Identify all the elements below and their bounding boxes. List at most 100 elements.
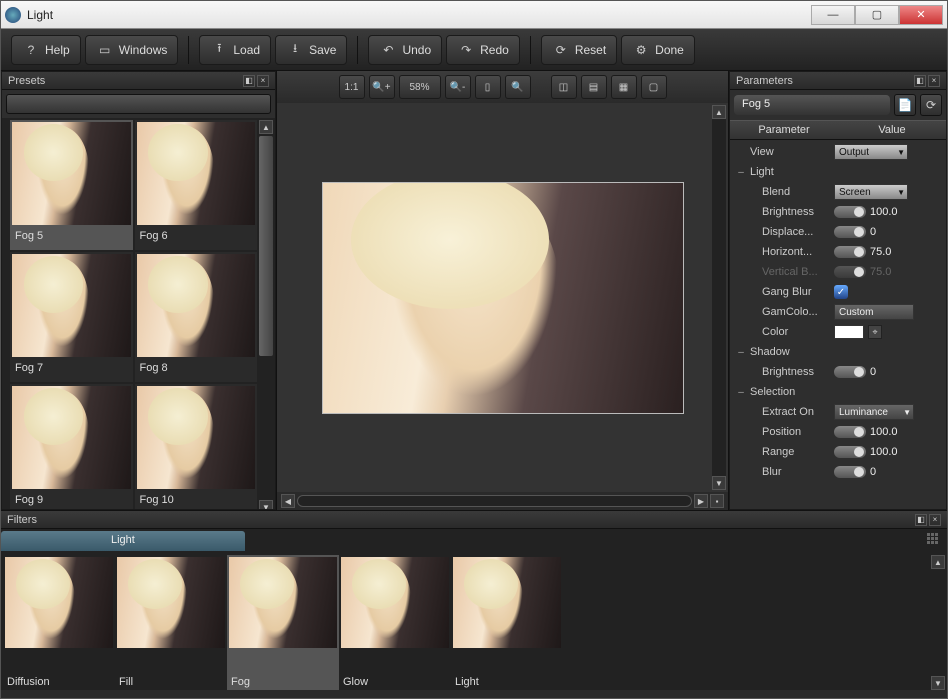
panel-undock-icon[interactable]: ◧ — [915, 514, 927, 526]
scroll-down-icon[interactable]: ▼ — [259, 500, 273, 509]
preset-thumbnail — [12, 386, 131, 489]
compare-stack-button[interactable]: ▦ — [611, 75, 637, 99]
panel-undock-icon[interactable]: ◧ — [914, 75, 926, 87]
window-title: Light — [27, 8, 811, 22]
filter-item[interactable]: Diffusion — [3, 555, 115, 690]
scroll-right-icon[interactable]: ▶ — [694, 494, 708, 508]
grip-icon[interactable] — [927, 533, 941, 547]
preset-item[interactable]: Fog 8 — [135, 252, 258, 382]
param-gamcolor-label: GamColo... — [748, 306, 834, 318]
compare-split-button[interactable]: ▤ — [581, 75, 607, 99]
filter-item[interactable]: Fog — [227, 555, 339, 690]
param-sbrightness-value[interactable]: 0 — [870, 366, 876, 378]
param-view-select[interactable]: Output▼ — [834, 144, 908, 160]
undo-label: Undo — [402, 43, 431, 57]
filter-item[interactable]: Light — [451, 555, 563, 690]
scroll-down-icon[interactable]: ▼ — [712, 476, 726, 490]
filter-item[interactable]: Fill — [115, 555, 227, 690]
param-sbrightness-label: Brightness — [748, 366, 834, 378]
close-button[interactable]: ✕ — [899, 5, 943, 25]
zoom-1to1-button[interactable]: 1:1 — [339, 75, 365, 99]
chevron-down-icon: ▼ — [897, 188, 905, 197]
param-brightness-value[interactable]: 100.0 — [870, 206, 898, 218]
param-range-value[interactable]: 100.0 — [870, 446, 898, 458]
param-gangblur-checkbox[interactable]: ✓ — [834, 285, 848, 299]
save-button[interactable]: ⭳ Save — [275, 35, 347, 65]
preset-item[interactable]: Fog 6 — [135, 120, 258, 250]
done-button[interactable]: ⚙ Done — [621, 35, 695, 65]
compare-single-button[interactable]: ▢ — [641, 75, 667, 99]
scroll-up-icon[interactable]: ▲ — [259, 120, 273, 134]
filters-scrollbar[interactable]: ▲ ▼ — [931, 555, 945, 690]
notes-button[interactable]: 📄 — [894, 94, 916, 116]
param-horizontal-value[interactable]: 75.0 — [870, 246, 891, 258]
minimize-button[interactable]: — — [811, 5, 855, 25]
param-position-value[interactable]: 100.0 — [870, 426, 898, 438]
scroll-up-icon[interactable]: ▲ — [931, 555, 945, 569]
param-blur-slider[interactable] — [834, 466, 866, 478]
viewer-hscroll[interactable]: ◀ ▶ ▪ — [277, 492, 728, 510]
compare-side-button[interactable]: ◫ — [551, 75, 577, 99]
resize-grip-icon[interactable]: ▪ — [710, 494, 724, 508]
filter-label: Diffusion — [3, 650, 115, 690]
load-button[interactable]: ⭱ Load — [199, 35, 271, 65]
done-label: Done — [655, 43, 684, 57]
param-blur-label: Blur — [748, 466, 834, 478]
param-blur-value[interactable]: 0 — [870, 466, 876, 478]
filter-thumbnail — [341, 557, 449, 648]
panel-undock-icon[interactable]: ◧ — [243, 75, 255, 87]
undo-button[interactable]: ↶ Undo — [368, 35, 442, 65]
panel-close-icon[interactable]: × — [928, 75, 940, 87]
windows-button[interactable]: ▭ Windows — [85, 35, 179, 65]
zoom-in-button[interactable]: 🔍+ — [369, 75, 395, 99]
preset-item[interactable]: Fog 10 — [135, 384, 258, 509]
param-blend-select[interactable]: Screen▼ — [834, 184, 908, 200]
eyedropper-icon[interactable]: ⌖ — [868, 325, 882, 339]
reset-button[interactable]: ⟳ Reset — [541, 35, 617, 65]
help-button[interactable]: ? Help — [11, 35, 81, 65]
maximize-button[interactable]: ▢ — [855, 5, 899, 25]
image-viewport[interactable]: ▲ ▼ — [277, 103, 728, 492]
param-brightness-label: Brightness — [748, 206, 834, 218]
scroll-up-icon[interactable]: ▲ — [712, 105, 726, 119]
filter-label: Fill — [115, 650, 227, 690]
param-displace-value[interactable]: 0 — [870, 226, 876, 238]
param-gamcolor-select[interactable]: Custom — [834, 304, 914, 320]
filter-item[interactable]: Glow — [339, 555, 451, 690]
preset-item[interactable]: Fog 9 — [10, 384, 133, 509]
filter-tab-light[interactable]: Light — [1, 531, 245, 551]
magnify-button[interactable]: 🔍 — [505, 75, 531, 99]
load-label: Load — [233, 43, 260, 57]
param-sbrightness-slider[interactable] — [834, 366, 866, 378]
preset-item[interactable]: Fog 7 — [10, 252, 133, 382]
param-position-slider[interactable] — [834, 426, 866, 438]
param-color-swatch[interactable] — [834, 325, 864, 339]
help-label: Help — [45, 43, 70, 57]
fit-button[interactable]: ▯ — [475, 75, 501, 99]
filter-thumbnail — [229, 557, 337, 648]
collapse-icon[interactable]: – — [734, 347, 748, 358]
viewer-vscroll[interactable]: ▲ ▼ — [712, 105, 726, 490]
collapse-icon[interactable]: – — [734, 167, 748, 178]
param-displace-label: Displace... — [748, 226, 834, 238]
zoom-level[interactable]: 58% — [399, 75, 441, 99]
preset-item[interactable]: Fog 5 — [10, 120, 133, 250]
undo-icon: ↶ — [379, 41, 397, 59]
presets-category-dropdown[interactable] — [6, 94, 271, 114]
redo-button[interactable]: ↷ Redo — [446, 35, 520, 65]
param-brightness-slider[interactable] — [834, 206, 866, 218]
main-toolbar: ? Help ▭ Windows ⭱ Load ⭳ Save ↶ Undo ↷ … — [1, 29, 947, 71]
param-extract-select[interactable]: Luminance▼ — [834, 404, 914, 420]
param-range-slider[interactable] — [834, 446, 866, 458]
panel-close-icon[interactable]: × — [929, 514, 941, 526]
refresh-button[interactable]: ⟳ — [920, 94, 942, 116]
main-image — [323, 183, 683, 413]
param-displace-slider[interactable] — [834, 226, 866, 238]
presets-scrollbar[interactable]: ▲▼ — [259, 120, 273, 509]
collapse-icon[interactable]: – — [734, 387, 748, 398]
panel-close-icon[interactable]: × — [257, 75, 269, 87]
scroll-down-icon[interactable]: ▼ — [931, 676, 945, 690]
scroll-left-icon[interactable]: ◀ — [281, 494, 295, 508]
zoom-out-button[interactable]: 🔍- — [445, 75, 471, 99]
param-horizontal-slider[interactable] — [834, 246, 866, 258]
